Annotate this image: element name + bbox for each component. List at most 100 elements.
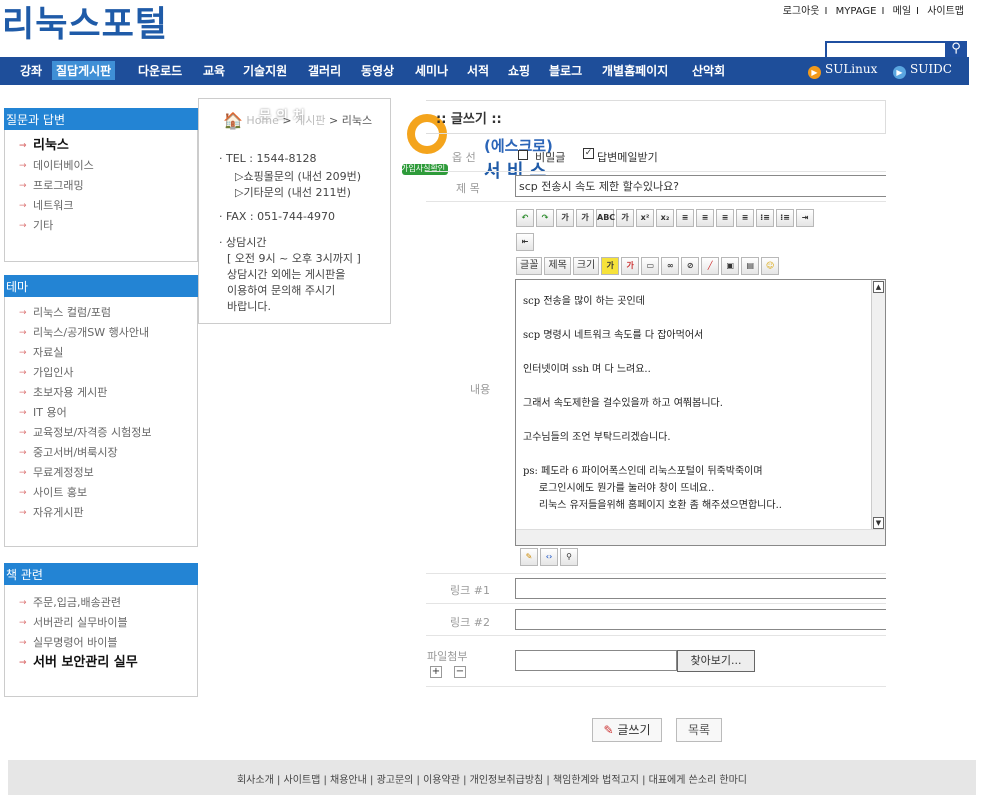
browse-button[interactable]: 찾아보기...: [677, 650, 755, 672]
breadcrumb-current: 리눅스: [341, 114, 373, 127]
sitemap-link[interactable]: 사이트맵: [927, 6, 964, 17]
main-nav: 강좌 질답게시판 다운로드 교육 기술지원 갤러리 동영상 세미나 서적 쇼핑 …: [0, 57, 969, 85]
html-mode-icon[interactable]: ‹›: [540, 548, 558, 566]
sidebar-item-security-book[interactable]: 서버 보안관리 실무: [5, 653, 197, 673]
underline-icon[interactable]: 가: [576, 209, 594, 227]
top-links: 로그아웃 I MYPAGE I 메일 I 사이트맵: [782, 6, 964, 17]
add-file-icon[interactable]: +: [430, 666, 442, 678]
nav-item-seminar[interactable]: 세미나: [415, 62, 448, 79]
nav-item-qa[interactable]: 질답게시판: [52, 61, 116, 80]
file-input[interactable]: [515, 650, 677, 671]
sidebar-item-it-terms[interactable]: IT 용어: [5, 403, 197, 423]
undo-icon[interactable]: ↶: [516, 209, 534, 227]
scroll-up-icon[interactable]: ▲: [873, 281, 884, 293]
outdent-icon[interactable]: ⇤: [516, 233, 536, 251]
site-logo[interactable]: 리눅스포털: [2, 0, 168, 47]
sidebar-item-promo[interactable]: 사이트 홍보: [5, 483, 197, 503]
link1-input[interactable]: [515, 578, 886, 599]
align-center-icon[interactable]: ≡: [696, 209, 714, 227]
contact-other: ▷기타문의 (내선 211번): [235, 186, 351, 199]
mypage-link[interactable]: MYPAGE: [836, 6, 877, 17]
image-icon[interactable]: ▣: [721, 257, 740, 275]
sidebar-item-linux[interactable]: 리눅스: [5, 136, 197, 156]
escrow-tag: 가입사실확인: [401, 164, 446, 173]
emoticon-box-icon[interactable]: ▭: [641, 257, 660, 275]
sidebar-item-server-bible[interactable]: 서버관리 실무바이블: [5, 613, 197, 633]
indent-icon[interactable]: ⇥: [796, 209, 814, 227]
nav-item-blog[interactable]: 블로그: [549, 62, 582, 79]
heading-button[interactable]: 제목: [544, 257, 571, 275]
sidebar-item-greeting[interactable]: 가입인사: [5, 363, 197, 383]
write-button[interactable]: ✎ 글쓰기: [592, 718, 662, 742]
nav-item-download[interactable]: 다운로드: [138, 62, 182, 79]
sidebar-item-certification[interactable]: 교육정보/자격증 시험정보: [5, 423, 197, 443]
sidebar-item-free-board[interactable]: 자유게시판: [5, 503, 197, 523]
body-line: 고수님들의 조언 부탁드리겠습니다.: [523, 432, 671, 443]
editor-resize-bar[interactable]: [516, 529, 885, 545]
align-left-icon[interactable]: ≡: [676, 209, 694, 227]
email-checkbox[interactable]: ✓: [583, 148, 594, 159]
highlight-icon[interactable]: 가: [621, 257, 640, 275]
nav-item-books[interactable]: 서적: [467, 62, 489, 79]
scroll-down-icon[interactable]: ▼: [873, 517, 884, 529]
nav-item-support[interactable]: 기술지원: [243, 62, 287, 79]
italic-icon[interactable]: 가: [616, 209, 634, 227]
suidc-link[interactable]: ▶ SUIDC: [893, 62, 952, 79]
edit-mode-icon[interactable]: ✎: [520, 548, 538, 566]
font-button[interactable]: 글꼴: [516, 257, 543, 275]
link-icon[interactable]: ∞: [661, 257, 680, 275]
align-right-icon[interactable]: ≡: [716, 209, 734, 227]
breadcrumb-home[interactable]: Home: [246, 114, 278, 127]
nav-item-gallery[interactable]: 갤러리: [308, 62, 341, 79]
body-line: scp 전송을 많이 하는 곳인데: [523, 296, 645, 307]
nav-item-education[interactable]: 교육: [203, 62, 225, 79]
unlink-icon[interactable]: ⊘: [681, 257, 700, 275]
redo-icon[interactable]: ↷: [536, 209, 554, 227]
media-icon[interactable]: ▤: [741, 257, 760, 275]
play-icon: ▶: [808, 66, 821, 79]
subscript-icon[interactable]: x₂: [656, 209, 674, 227]
nav-item-homepage[interactable]: 개별홈페이지: [602, 62, 668, 79]
justify-icon[interactable]: ≡: [736, 209, 754, 227]
list-button[interactable]: 목록: [676, 718, 722, 742]
secret-checkbox[interactable]: [518, 150, 528, 160]
remove-file-icon[interactable]: −: [454, 666, 466, 678]
unordered-list-icon[interactable]: ⁝≡: [776, 209, 794, 227]
subject-input[interactable]: scp 전송시 속도 제한 할수있나요?: [515, 175, 886, 197]
sidebar-item-market[interactable]: 중고서버/벼룩시장: [5, 443, 197, 463]
smiley-icon[interactable]: ☺: [761, 257, 780, 275]
sidebar-item-programming[interactable]: 프로그래밍: [5, 176, 197, 196]
nav-item-video[interactable]: 동영상: [361, 62, 394, 79]
nav-item-club[interactable]: 산악회: [692, 62, 725, 79]
superscript-icon[interactable]: x²: [636, 209, 654, 227]
link2-input[interactable]: [515, 609, 886, 630]
preview-mode-icon[interactable]: ⚲: [560, 548, 578, 566]
sidebar-item-etc[interactable]: 기타: [5, 216, 197, 236]
sidebar-item-beginner[interactable]: 초보자용 게시판: [5, 383, 197, 403]
mail-link[interactable]: 메일: [893, 6, 911, 17]
editor-scrollbar[interactable]: ▲ ▼: [871, 280, 885, 530]
sidebar-item-command-bible[interactable]: 실무명령어 바이블: [5, 633, 197, 653]
nav-item-shop[interactable]: 쇼핑: [508, 62, 530, 79]
sidebar-item-column[interactable]: 리눅스 컬럼/포럼: [5, 303, 197, 323]
footer-links[interactable]: 회사소개 | 사이트맵 | 채용안내 | 광고문의 | 이용약관 | 개인정보취…: [8, 760, 976, 795]
sulinux-link[interactable]: ▶ SULinux: [808, 62, 877, 79]
sidebar-item-free-account[interactable]: 무료계정정보: [5, 463, 197, 483]
sidebar-item-archive[interactable]: 자료실: [5, 343, 197, 363]
strike-icon[interactable]: ABC: [596, 209, 615, 227]
nav-item-lecture[interactable]: 강좌: [20, 62, 42, 79]
text-color-icon[interactable]: 가: [601, 257, 620, 275]
content-editor[interactable]: scp 전송을 많이 하는 곳인데 scp 명령시 네트워크 속도를 다 잡아먹…: [515, 279, 886, 546]
breadcrumb-board[interactable]: 게시판: [295, 114, 325, 127]
size-button[interactable]: 크기: [572, 257, 600, 275]
home-icon[interactable]: 🏠: [223, 111, 243, 130]
sidebar-item-network[interactable]: 네트워크: [5, 196, 197, 216]
ordered-list-icon[interactable]: ⁝≡: [756, 209, 774, 227]
logout-link[interactable]: 로그아웃: [783, 6, 820, 17]
sidebar-item-database[interactable]: 데이터베이스: [5, 156, 197, 176]
pen-icon[interactable]: ╱: [701, 257, 720, 275]
sidebar-item-events[interactable]: 리눅스/공개SW 행사안내: [5, 323, 197, 343]
sidebar-item-orders[interactable]: 주문,입금,배송관련: [5, 593, 197, 613]
contact-fax: · FAX : 051-744-4970: [219, 210, 335, 223]
bold-icon[interactable]: 가: [556, 209, 574, 227]
